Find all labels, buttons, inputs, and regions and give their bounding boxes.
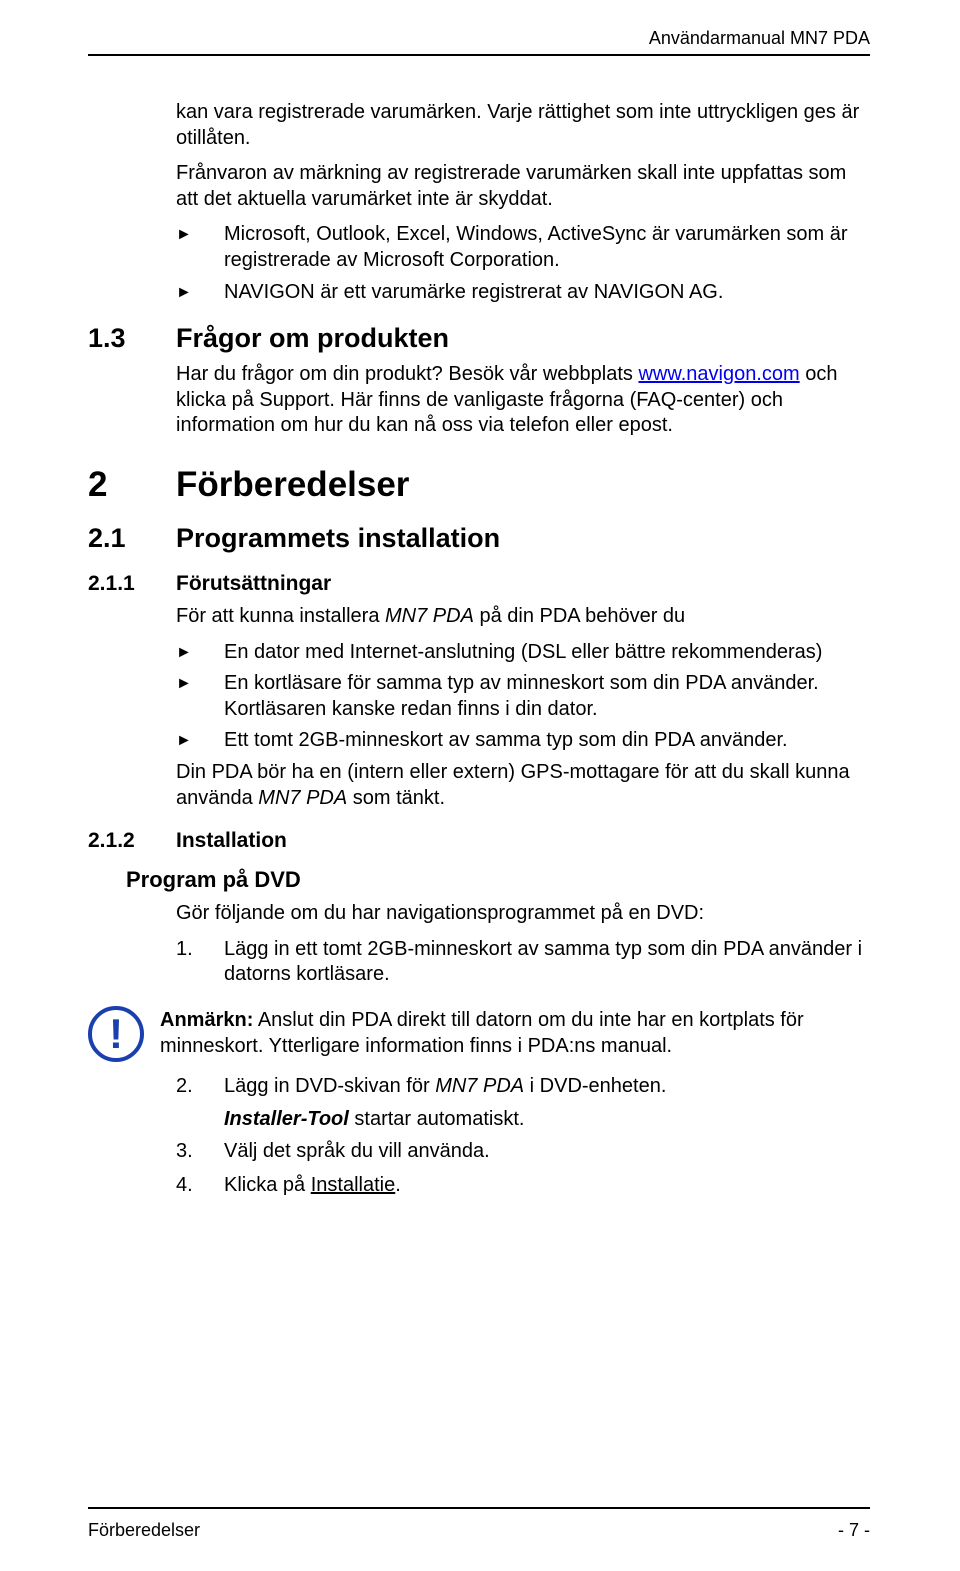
heading-1-3-row: 1.3 Frågor om produkten [88, 323, 870, 354]
header-rule [88, 54, 870, 56]
s212-step-2-before: Lägg in DVD-skivan för [224, 1075, 435, 1097]
heading-2-1-title: Programmets installation [176, 523, 500, 554]
intro-bullets: Microsoft, Outlook, Excel, Windows, Acti… [88, 222, 870, 305]
content-area: kan vara registrerade varumärken. Varje … [88, 100, 870, 1206]
s212-step-3-number: 3. [176, 1139, 193, 1165]
s212-step-4-after: . [395, 1174, 401, 1196]
s212-step-4-number: 4. [176, 1173, 193, 1199]
s13-paragraph: Har du frågor om din produkt? Besök vår … [88, 362, 870, 439]
s13-text-before-link: Har du frågor om din produkt? Besök vår … [176, 363, 638, 385]
header-subtitle: Användarmanual MN7 PDA [649, 28, 870, 49]
note-body: Anslut din PDA direkt till datorn om du … [160, 1009, 804, 1057]
s211-lead-before: För att kunna installera [176, 605, 385, 627]
s212-step-3: 3. Välj det språk du vill använda. [176, 1139, 870, 1165]
s211-bullet-1: En dator med Internet-anslutning (DSL el… [176, 640, 870, 666]
s211-lead-after: på din PDA behöver du [474, 605, 685, 627]
intro-bullet-2: NAVIGON är ett varumärke registrerat av … [176, 280, 870, 306]
exclamation-glyph: ! [109, 1013, 123, 1055]
s211-bullet-3: Ett tomt 2GB-minneskort av samma typ som… [176, 728, 870, 754]
s211-lead-em: MN7 PDA [385, 605, 474, 627]
heading-2-1-2-row: 2.1.2 Installation [88, 829, 870, 853]
s212-step-4: 4. Klicka på Installatie. [176, 1173, 870, 1199]
s211-tail-em: MN7 PDA [258, 787, 347, 809]
s212-step-2-sub-after: startar automatiskt. [349, 1108, 525, 1130]
s212-step-4-underline: Installatie [311, 1174, 396, 1196]
s212-step-2-em: MN7 PDA [435, 1075, 524, 1097]
s211-bullet-2: En kortläsare för samma typ av minneskor… [176, 671, 870, 722]
footer-left: Förberedelser [88, 1520, 200, 1541]
note-icon-wrap: ! [88, 1006, 160, 1062]
document-page: Användarmanual MN7 PDA kan vara registre… [0, 0, 960, 1571]
intro-paragraph-1: kan vara registrerade varumärken. Varje … [88, 100, 870, 151]
heading-2-title: Förberedelser [176, 465, 409, 505]
s212-steps-rest: 2. Lägg in DVD-skivan för MN7 PDA i DVD-… [88, 1074, 870, 1100]
heading-2-row: 2 Förberedelser [88, 465, 870, 505]
navigon-link[interactable]: www.navigon.com [638, 363, 799, 385]
intro-bullet-1: Microsoft, Outlook, Excel, Windows, Acti… [176, 222, 870, 273]
note-label: Anmärkn: [160, 1009, 253, 1031]
heading-2-1-1-row: 2.1.1 Förutsättningar [88, 572, 870, 596]
s211-tail-after: som tänkt. [347, 787, 445, 809]
heading-2-number: 2 [88, 465, 176, 505]
s212-step-4-before: Klicka på [224, 1174, 311, 1196]
s211-lead: För att kunna installera MN7 PDA på din … [88, 604, 870, 630]
s212-steps-top: 1. Lägg in ett tomt 2GB-minneskort av sa… [88, 937, 870, 988]
s212-step-1: 1. Lägg in ett tomt 2GB-minneskort av sa… [176, 937, 870, 988]
s212-step-2-number: 2. [176, 1074, 193, 1100]
note-row: ! Anmärkn: Anslut din PDA direkt till da… [88, 1006, 870, 1062]
s212-subheading: Program på DVD [126, 867, 870, 893]
heading-2-1-1-number: 2.1.1 [88, 572, 176, 596]
s212-step-1-number: 1. [176, 937, 193, 963]
s212-step-2: 2. Lägg in DVD-skivan för MN7 PDA i DVD-… [176, 1074, 870, 1100]
exclamation-icon: ! [88, 1006, 144, 1062]
intro-paragraph-2: Frånvaron av märkning av registrerade va… [88, 161, 870, 212]
heading-2-1-2-title: Installation [176, 829, 287, 853]
heading-2-1-number: 2.1 [88, 523, 176, 554]
s212-step-1-text: Lägg in ett tomt 2GB-minneskort av samma… [224, 938, 862, 986]
note-text: Anmärkn: Anslut din PDA direkt till dato… [160, 1008, 870, 1059]
s212-step-3-text: Välj det språk du vill använda. [224, 1140, 490, 1162]
heading-2-1-2-number: 2.1.2 [88, 829, 176, 853]
s212-step-2-sub-em: Installer-Tool [224, 1108, 349, 1130]
heading-1-3-number: 1.3 [88, 323, 176, 354]
heading-2-1-1-title: Förutsättningar [176, 572, 331, 596]
footer-right: - 7 - [838, 1520, 870, 1541]
s212-step-2-sub: Installer-Tool startar automatiskt. [88, 1107, 870, 1133]
heading-2-1-row: 2.1 Programmets installation [88, 523, 870, 554]
heading-1-3-title: Frågor om produkten [176, 323, 449, 354]
s211-tail: Din PDA bör ha en (intern eller extern) … [88, 760, 870, 811]
s212-step-2-after: i DVD-enheten. [524, 1075, 666, 1097]
s211-bullets: En dator med Internet-anslutning (DSL el… [88, 640, 870, 754]
footer-rule [88, 1507, 870, 1509]
s212-lead: Gör följande om du har navigationsprogra… [88, 901, 870, 927]
s212-steps-3-4: 3. Välj det språk du vill använda. 4. Kl… [88, 1139, 870, 1198]
